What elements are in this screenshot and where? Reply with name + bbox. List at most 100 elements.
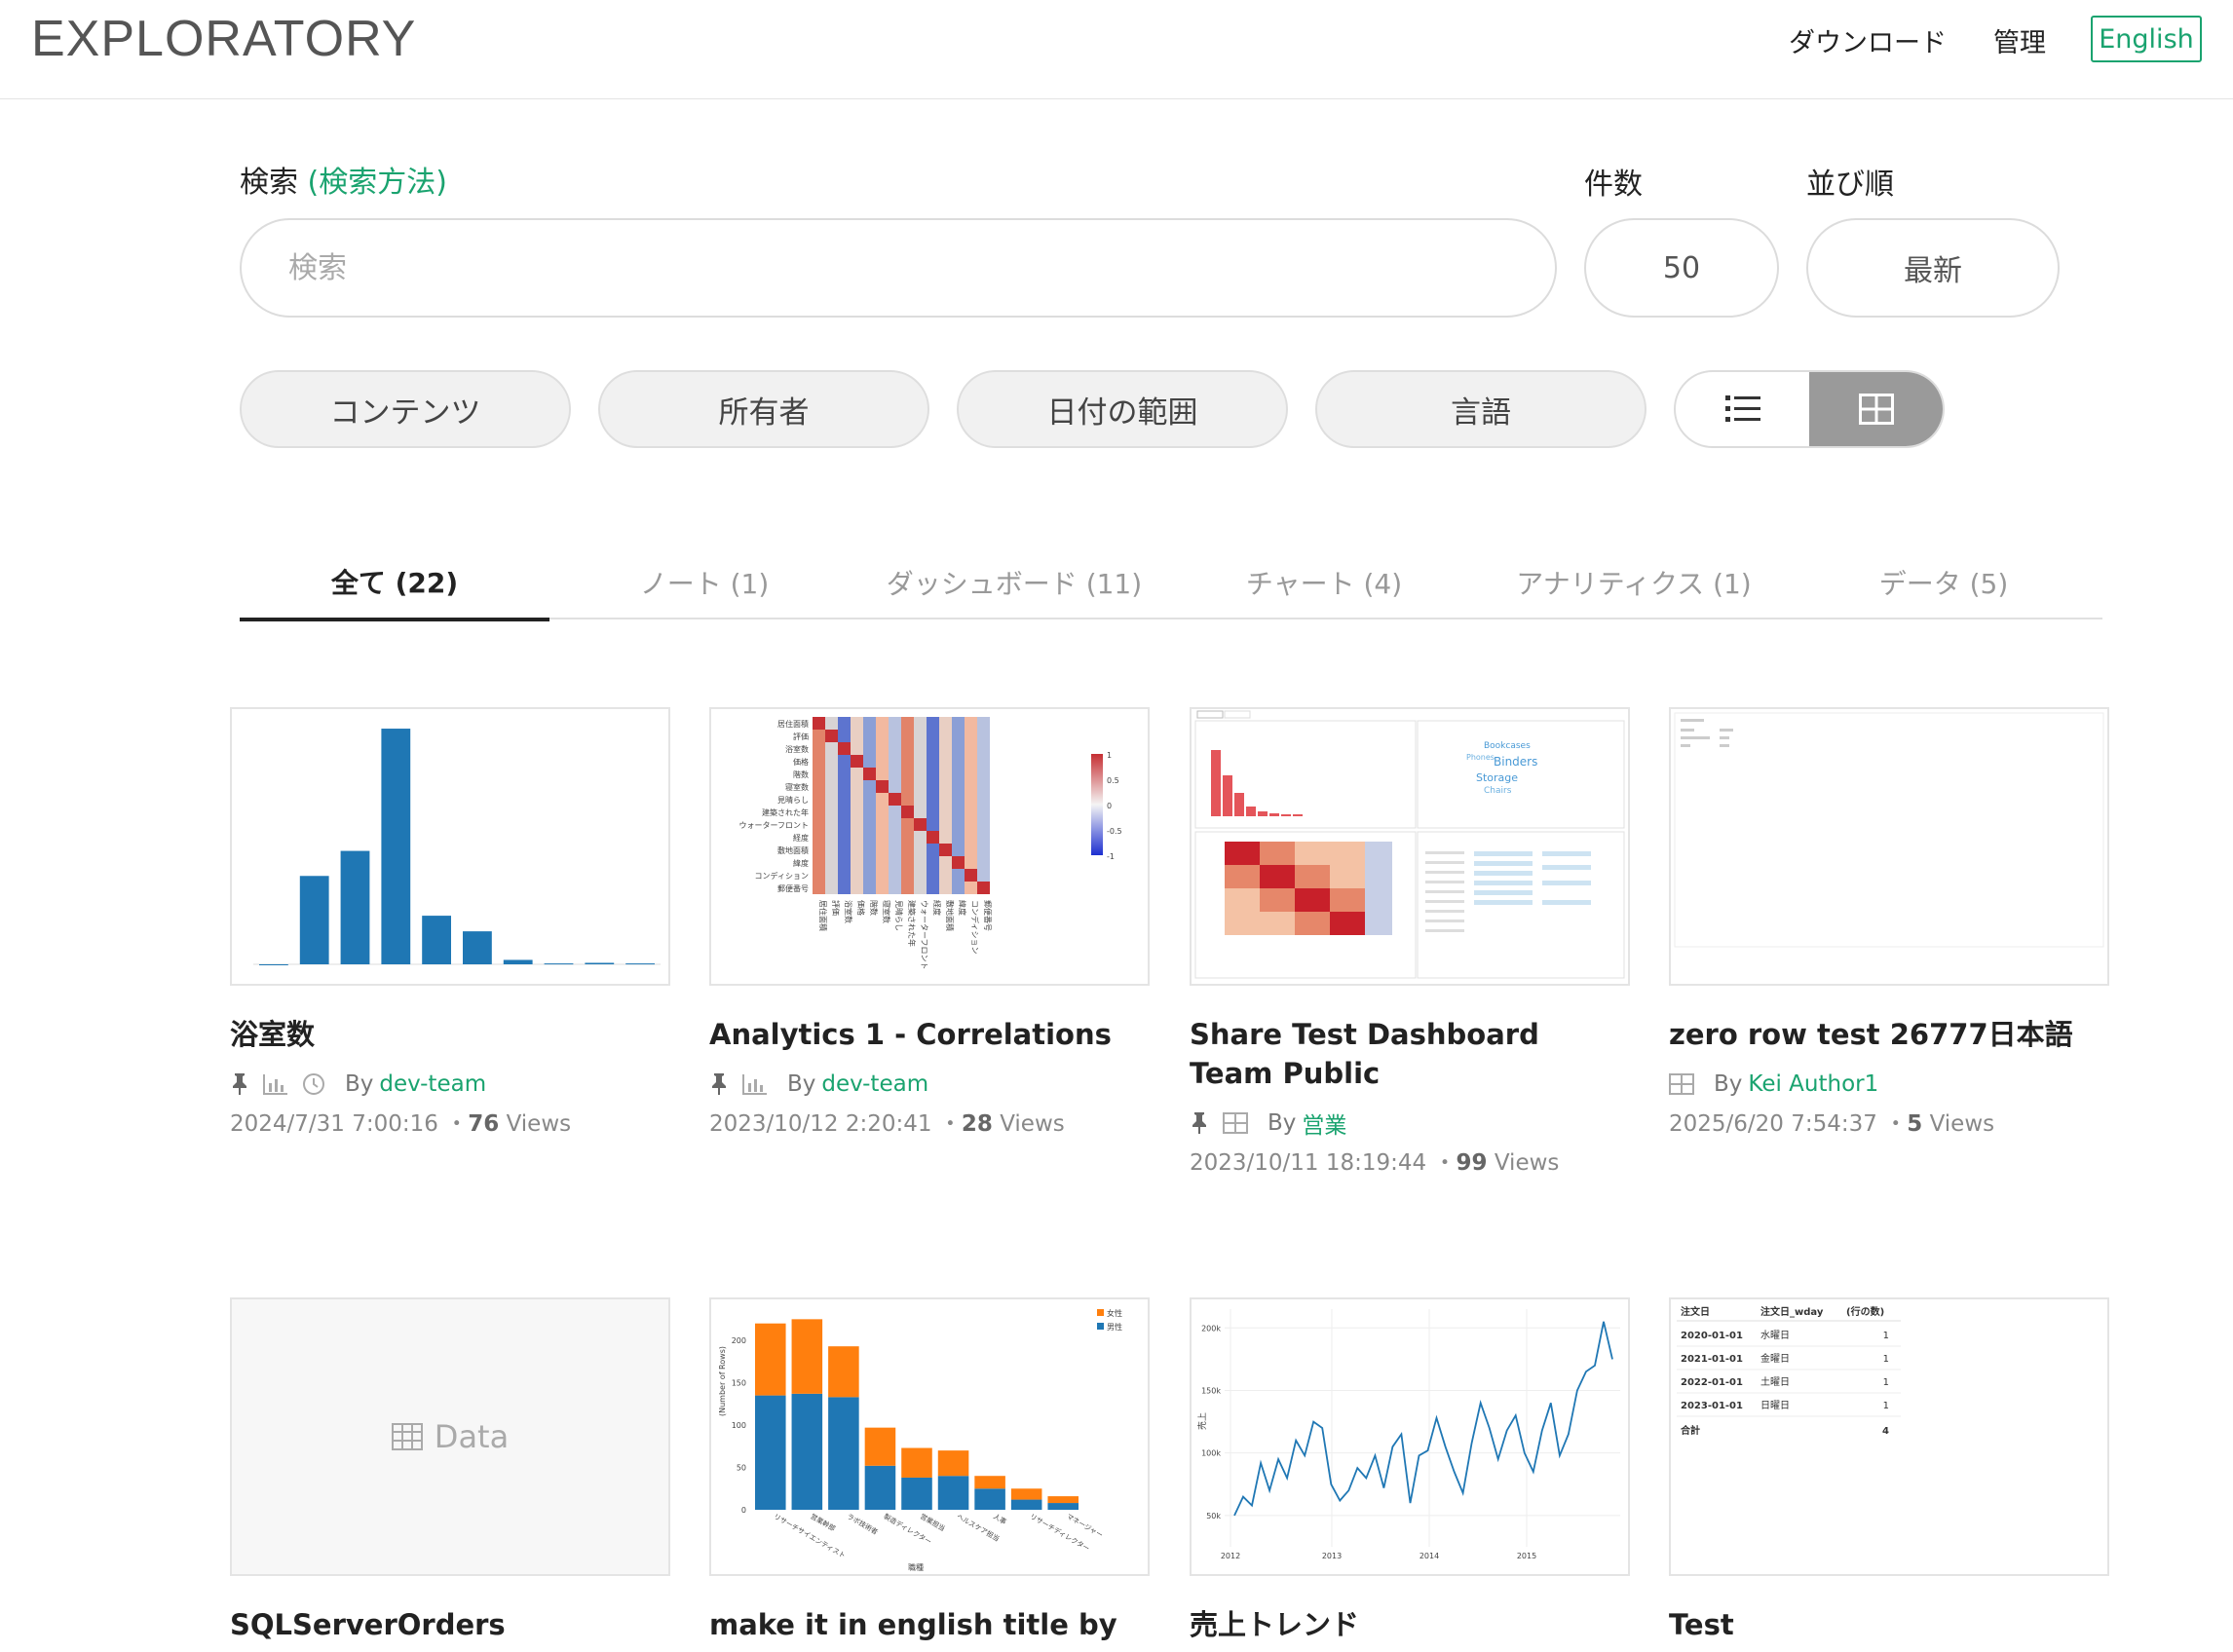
filter-content-button[interactable]: コンテンツ: [240, 370, 571, 448]
pin-icon[interactable]: [1190, 1111, 1209, 1135]
content-card[interactable]: zero row test 26777日本語 By Kei Author1 20…: [1669, 707, 2109, 1138]
filter-language-button[interactable]: 言語: [1315, 370, 1646, 448]
heatmap-cell: [825, 831, 838, 844]
search-help-link[interactable]: (検索方法): [308, 166, 447, 200]
app-logo[interactable]: EXPLORATORY: [31, 10, 416, 68]
heatmap-cell: [863, 818, 876, 831]
heatmap-cell: [977, 730, 990, 742]
count-select[interactable]: 50: [1584, 218, 1779, 318]
heatmap-cell: [952, 818, 965, 831]
heatmap-cell: [914, 882, 927, 894]
card-title[interactable]: 浴室数: [230, 1015, 670, 1054]
card-thumbnail[interactable]: Data: [230, 1297, 670, 1576]
svg-text:Binders: Binders: [1494, 755, 1537, 769]
heatmap-cell: [838, 755, 851, 768]
owner-link[interactable]: Kei Author1: [1748, 1071, 1878, 1097]
count-label: 件数: [1584, 168, 1643, 202]
filter-date-range-button[interactable]: 日付の範囲: [957, 370, 1288, 448]
heatmap-cell: [876, 755, 889, 768]
heatmap-cell: [863, 856, 876, 869]
view-toggle: [1674, 370, 1945, 448]
heatmap-cell: [825, 856, 838, 869]
table-cell: 1: [1883, 1354, 1889, 1365]
heatmap-thumbnail: 居住面積評価浴室数価格階数寝室数見晴らし建築された年ウォーターフロント経度敷地面…: [738, 717, 1122, 970]
bar: [625, 963, 655, 965]
card-title[interactable]: Share Test Dashboard Team Public: [1190, 1015, 1630, 1093]
grid-view-button[interactable]: [1809, 372, 1943, 446]
content-card[interactable]: 注文日 注文日_wday (行の数) 2020-01-01 水曜日 1 2021-01-01…: [1669, 1297, 2109, 1644]
heatmap-cell: [927, 730, 939, 742]
nav-admin-link[interactable]: 管理: [1993, 21, 2046, 59]
svg-text:Bookcases: Bookcases: [1484, 741, 1531, 751]
card-thumbnail[interactable]: 居住面積 評価 浴室数 価格 階数 寝室数 見晴らし 建築された年 ウォーターフロント 経度 敷地面…: [709, 707, 1150, 986]
sort-label: 並び順: [1806, 168, 1894, 202]
card-title[interactable]: Analytics 1 - Correlations: [709, 1015, 1150, 1054]
search-input[interactable]: [242, 220, 1555, 316]
tab-dashboards[interactable]: ダッシュボード (11): [859, 545, 1169, 620]
bar-segment-female: [864, 1427, 896, 1466]
row-label: 敷地面積: [777, 845, 809, 855]
card-thumbnail[interactable]: 50k 100k 150k 200k 2012 2013 2014 2015 売上: [1190, 1297, 1630, 1576]
heatmap-cell: [838, 793, 851, 806]
tab-charts[interactable]: チャート (4): [1169, 545, 1479, 620]
content-card[interactable]: Data SQLServerOrders: [230, 1297, 670, 1644]
content-card[interactable]: 0 50 100 150 200 (Number of Rows) リサーチサイエンティスト…: [709, 1297, 1150, 1644]
heatmap-cell: [901, 806, 914, 818]
row-label: ウォーターフロント: [738, 821, 809, 830]
list-view-button[interactable]: [1676, 372, 1809, 446]
bar-segment-female: [1047, 1496, 1079, 1504]
tab-data[interactable]: データ (5): [1789, 545, 2099, 620]
tab-analytics[interactable]: アナリティクス (1): [1479, 545, 1789, 620]
owner-link[interactable]: 営業: [1302, 1107, 1346, 1140]
content-card[interactable]: 50k 100k 150k 200k 2012 2013 2014 2015 売上 売上トレンド: [1190, 1297, 1630, 1644]
content-card[interactable]: 居住面積 評価 浴室数 価格 階数 寝室数 見晴らし 建築された年 ウォーターフロント 経度 敷地面…: [709, 707, 1150, 1138]
card-title[interactable]: 売上トレンド: [1190, 1605, 1630, 1644]
heatmap-cell: [914, 831, 927, 844]
heatmap-cell: [863, 844, 876, 856]
card-title[interactable]: SQLServerOrders: [230, 1605, 670, 1644]
pin-icon[interactable]: [709, 1072, 729, 1096]
heatmap-cell: [927, 844, 939, 856]
card-thumbnail[interactable]: [230, 707, 670, 986]
heatmap-cell: [965, 717, 977, 730]
heatmap-cell: [863, 730, 876, 742]
language-button[interactable]: English: [2091, 16, 2202, 62]
heatmap-cell: [838, 730, 851, 742]
table-total-value: 4: [1882, 1426, 1889, 1437]
heatmap-cell: [952, 768, 965, 780]
heatmap-cell: [977, 717, 990, 730]
svg-text:Storage: Storage: [1476, 771, 1518, 784]
content-card[interactable]: 浴室数 By dev-team 2024/7/31 7:00:16 ・76 Vi…: [230, 707, 670, 1138]
col-label: 見晴らし: [894, 900, 904, 931]
filter-owner-button[interactable]: 所有者: [598, 370, 929, 448]
card-date-views: 2023/10/12 2:20:41 ・28 Views: [709, 1111, 1065, 1137]
bar: [463, 931, 492, 964]
tab-all[interactable]: 全て (22): [240, 545, 549, 621]
table-header: 注文日_wday: [1760, 1305, 1824, 1318]
heatmap-cell: [889, 818, 901, 831]
heatmap-cell: [901, 717, 914, 730]
heatmap-cell: [876, 742, 889, 755]
heatmap-cell: [977, 742, 990, 755]
tab-notes[interactable]: ノート (1): [549, 545, 859, 620]
card-thumbnail[interactable]: 注文日 注文日_wday (行の数) 2020-01-01 水曜日 1 2021-01-01…: [1669, 1297, 2109, 1576]
owner-link[interactable]: dev-team: [379, 1071, 486, 1097]
pin-icon[interactable]: [230, 1072, 249, 1096]
card-title[interactable]: Test: [1669, 1605, 2109, 1644]
card-thumbnail[interactable]: Bookcases Binders Storage Chairs Phones: [1190, 707, 1630, 986]
table-icon: [391, 1423, 423, 1450]
heatmap-cell: [914, 717, 927, 730]
heatmap-cell: [965, 755, 977, 768]
content-card[interactable]: Bookcases Binders Storage Chairs Phones …: [1190, 707, 1630, 1177]
nav-download-link[interactable]: ダウンロード: [1789, 21, 1947, 59]
card-thumbnail[interactable]: [1669, 707, 2109, 986]
heatmap-cell: [876, 730, 889, 742]
sort-select[interactable]: 最新: [1806, 218, 2060, 318]
table-cell: 1: [1883, 1401, 1889, 1411]
heatmap-cell: [825, 844, 838, 856]
card-title[interactable]: zero row test 26777日本語: [1669, 1015, 2109, 1054]
card-thumbnail[interactable]: 0 50 100 150 200 (Number of Rows) リサーチサイエンティスト…: [709, 1297, 1150, 1576]
card-title[interactable]: make it in english title by: [709, 1605, 1150, 1644]
owner-link[interactable]: dev-team: [821, 1071, 928, 1097]
y-tick: 200: [732, 1336, 746, 1345]
